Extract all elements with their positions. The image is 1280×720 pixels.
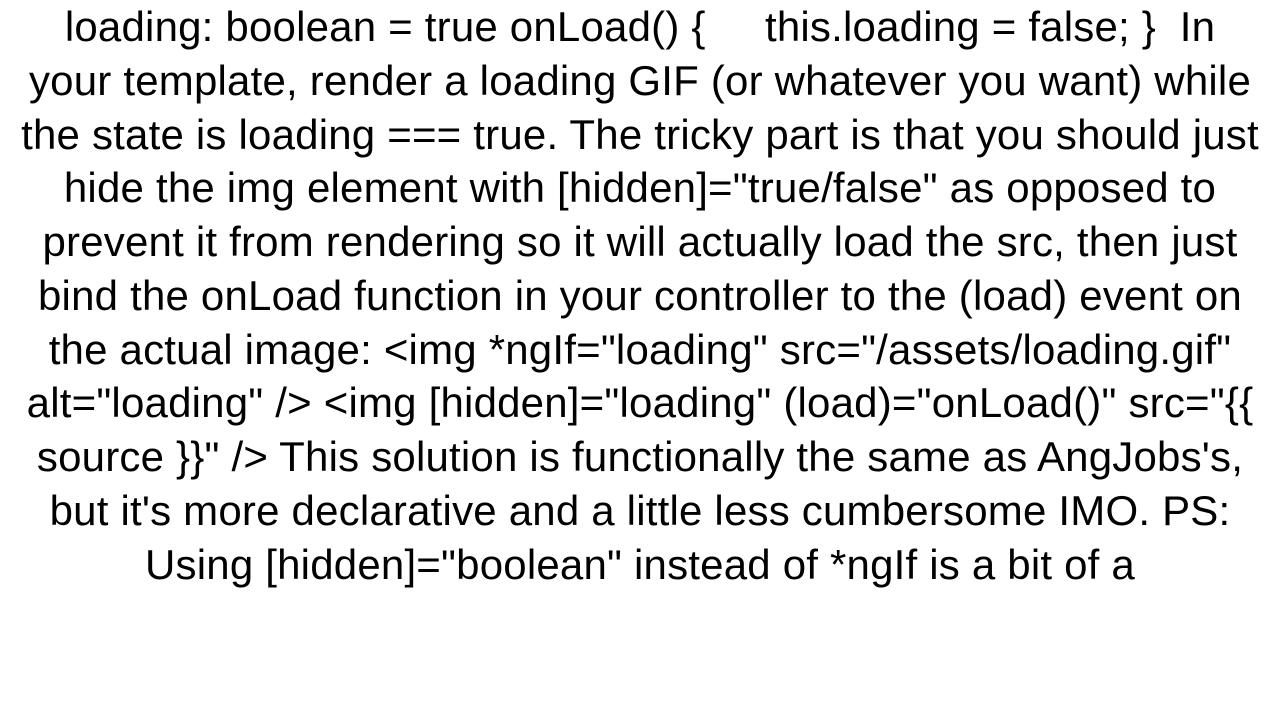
document-body-text: loading: boolean = true onLoad() { this.… [20,0,1260,591]
document-page: loading: boolean = true onLoad() { this.… [0,0,1280,720]
